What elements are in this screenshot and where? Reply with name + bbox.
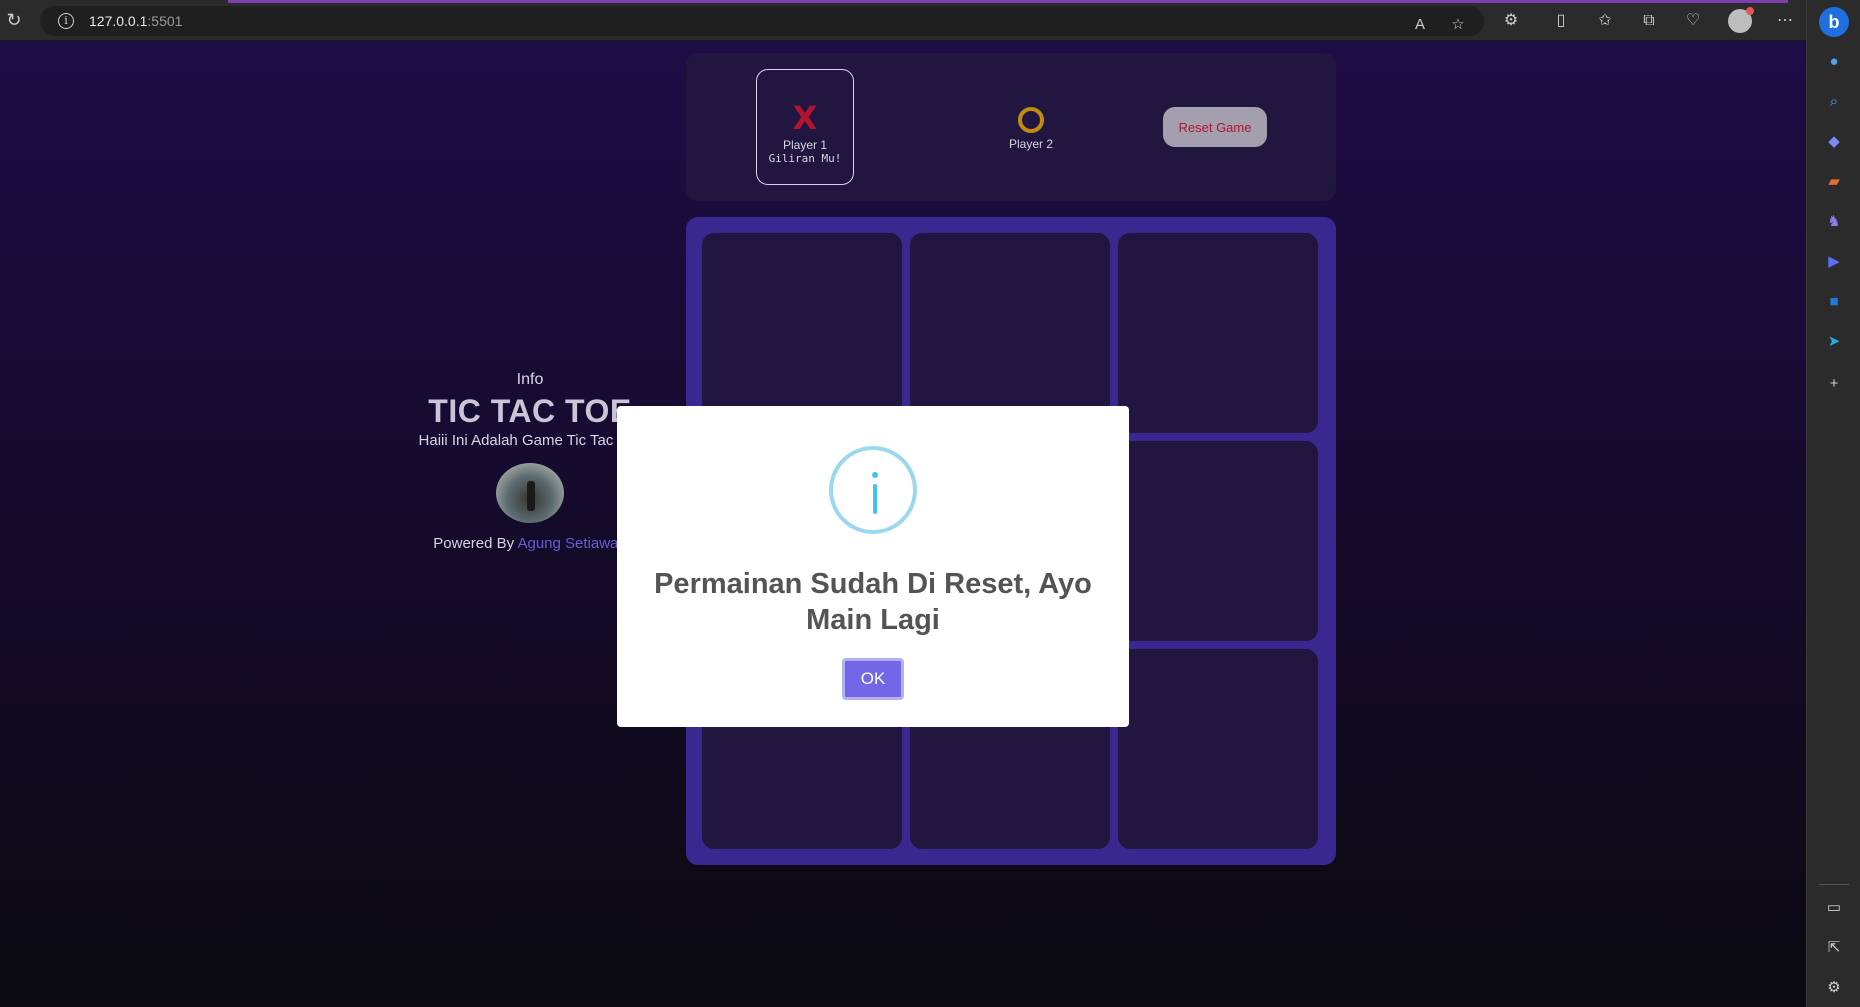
bing-copilot-icon[interactable]: b — [1819, 7, 1849, 37]
x-symbol: X — [792, 99, 818, 137]
alert-message: Permainan Sudah Di Reset, Ayo Main Lagi — [654, 568, 1092, 636]
loading-bar — [228, 0, 1788, 3]
player1-card: X Player 1 Giliran Mu! — [756, 69, 854, 185]
site-info-icon[interactable]: i — [58, 13, 74, 29]
more-menu-icon[interactable]: ⋯ — [1774, 10, 1796, 32]
split-screen-icon[interactable]: ▯ — [1550, 10, 1572, 32]
reset-alert-dialog: Permainan Sudah Di Reset, Ayo Main Lagi … — [617, 406, 1129, 727]
open-external-icon[interactable]: ⇱ — [1824, 938, 1844, 958]
player1-turn: Giliran Mu! — [768, 152, 842, 165]
reset-game-button[interactable]: Reset Game — [1163, 107, 1267, 147]
ok-button[interactable]: OK — [842, 658, 904, 700]
player-header: X Player 1 Giliran Mu! Player 2 Reset Ga… — [686, 53, 1336, 201]
hide-sidebar-icon[interactable]: ▭ — [1824, 898, 1844, 918]
address-bar[interactable]: i 127.0.0.1:5501 A ☆ — [40, 6, 1484, 36]
board-cell-6[interactable] — [1118, 441, 1318, 641]
games-icon[interactable]: ♞ — [1824, 212, 1844, 232]
page-content: Info TIC TAC TOE Haiii Ini Adalah Game T… — [0, 41, 1806, 1007]
player2-name: Player 2 — [1008, 137, 1054, 151]
author-link[interactable]: Agung Setiawan — [517, 535, 626, 552]
extensions-icon[interactable]: ⚙ — [1500, 10, 1522, 32]
copilot-app-icon[interactable]: ▶ — [1824, 252, 1844, 272]
notification-bell-icon[interactable]: ● — [1824, 52, 1844, 72]
favorites-icon[interactable]: ✩ — [1594, 10, 1616, 32]
player2-card: Player 2 — [982, 107, 1080, 151]
browser-toolbar: ↻ i 127.0.0.1:5501 A ☆ ⚙ ▯ ✩ ⧉ ♡ ⋯ — [0, 0, 1860, 41]
add-sidebar-icon[interactable]: + — [1824, 374, 1844, 394]
edge-sidebar: b ● ⌕ ◆ ▰ ♞ ▶ ■ ➤ + ▭ ⇱ ⚙ — [1806, 0, 1860, 1007]
settings-gear-icon[interactable]: ⚙ — [1824, 978, 1844, 998]
browser-essentials-icon[interactable]: ♡ — [1682, 10, 1704, 32]
outlook-icon[interactable]: ■ — [1824, 292, 1844, 312]
url-host: 127.0.0.1 — [89, 13, 148, 29]
board-cell-9[interactable] — [1118, 649, 1318, 849]
author-avatar — [496, 463, 564, 523]
telegram-icon[interactable]: ➤ — [1824, 332, 1844, 352]
info-label: Info — [516, 371, 544, 388]
powered-prefix: Powered By — [433, 535, 515, 552]
board-cell-2[interactable] — [910, 233, 1110, 433]
board-cell-3[interactable] — [1118, 233, 1318, 433]
o-symbol-icon — [1018, 107, 1044, 133]
sidebar-divider — [1819, 884, 1849, 885]
search-icon[interactable]: ⌕ — [1824, 92, 1844, 112]
url-port: :5501 — [147, 13, 183, 29]
player1-name: Player 1 — [782, 138, 828, 152]
url-text[interactable]: 127.0.0.1:5501 — [89, 13, 182, 29]
profile-avatar-icon[interactable] — [1728, 7, 1754, 33]
board-cell-1[interactable] — [702, 233, 902, 433]
shopping-tag-icon[interactable]: ◆ — [1824, 132, 1844, 152]
info-circle-icon — [829, 446, 917, 534]
read-aloud-icon[interactable]: A — [1410, 15, 1430, 35]
favorite-star-icon[interactable]: ☆ — [1448, 15, 1468, 35]
collections-icon[interactable]: ⧉ — [1638, 10, 1660, 32]
reload-icon[interactable]: ↻ — [4, 10, 24, 30]
tools-icon[interactable]: ▰ — [1824, 172, 1844, 192]
